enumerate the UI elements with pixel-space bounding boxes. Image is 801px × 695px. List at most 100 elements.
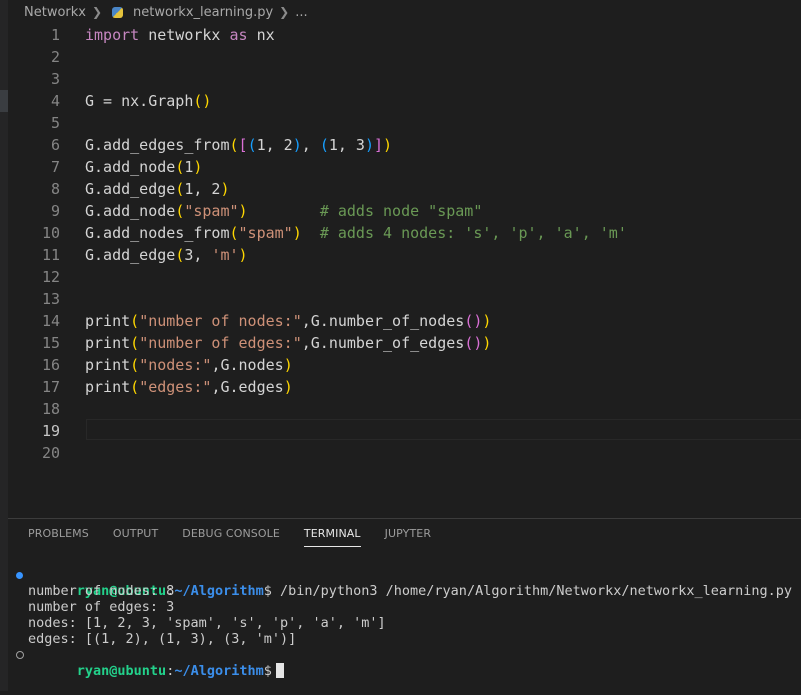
code-token: ) xyxy=(364,136,374,154)
tab-output[interactable]: OUTPUT xyxy=(113,527,158,547)
code-token: ( xyxy=(175,202,185,220)
code-token: ) xyxy=(238,202,248,220)
breadcrumb-more[interactable]: ... xyxy=(295,5,307,20)
code-token: ( xyxy=(130,312,140,330)
code-token: G.add_edges_from xyxy=(85,136,230,154)
code-line[interactable]: 16 print("nodes:",G.nodes) xyxy=(8,354,801,376)
code-token: 'm' xyxy=(211,246,239,264)
code-token: ( xyxy=(175,246,185,264)
code-token: ) xyxy=(383,136,393,154)
code-token: G.add_node xyxy=(85,158,176,176)
code-token: "edges:" xyxy=(139,378,212,396)
code-line[interactable]: 11 G.add_edge(3, 'm') xyxy=(8,244,801,266)
code-line[interactable]: 13 xyxy=(8,288,801,310)
line-number: 7 xyxy=(50,158,60,176)
code-line[interactable]: 3 xyxy=(8,68,801,90)
code-text: print("edges:",G.edges) xyxy=(85,376,293,398)
code-token: "spam" xyxy=(238,224,293,242)
terminal-output-line: number of nodes: 8 xyxy=(28,583,175,599)
code-token: ( xyxy=(175,158,185,176)
code-token: "spam" xyxy=(184,202,239,220)
tab-terminal[interactable]: TERMINAL xyxy=(303,527,361,547)
code-token: 3, xyxy=(184,246,212,264)
code-token: ( xyxy=(130,356,140,374)
strip-marker xyxy=(0,90,8,112)
code-line[interactable]: 9 G.add_node("spam") # adds node "spam" xyxy=(8,200,801,222)
terminal-output-line: nodes: [1, 2, 3, 'spam', 's', 'p', 'a', … xyxy=(28,615,386,631)
code-token: ( xyxy=(229,224,239,242)
command-success-icon[interactable] xyxy=(16,572,23,579)
code-line[interactable]: 12 xyxy=(8,266,801,288)
code-line[interactable]: 19 xyxy=(8,420,801,442)
code-token: , xyxy=(301,136,320,154)
prompt-char: $ xyxy=(263,663,272,679)
terminal-output-line: edges: [(1, 2), (1, 3), (3, 'm')] xyxy=(28,631,297,647)
code-text: G.add_edge(1, 2) xyxy=(85,178,230,200)
code-line[interactable]: 20 xyxy=(8,442,801,464)
code-line[interactable]: 15 print("number of edges:",G.number_of_e… xyxy=(8,332,801,354)
code-token: () xyxy=(464,312,483,330)
code-token: ,G.edges xyxy=(211,378,284,396)
breadcrumb: Networkx ❯ networkx_learning.py ❯ ... xyxy=(8,0,801,24)
line-number: 1 xyxy=(50,26,60,44)
code-text: import networkx as nx xyxy=(85,24,275,46)
code-line[interactable]: 7 G.add_node(1) xyxy=(8,156,801,178)
prompt-user: ryan@ubuntu xyxy=(76,663,167,679)
code-token: # adds node "spam" xyxy=(319,202,483,220)
code-line[interactable]: 4 G = nx.Graph() xyxy=(8,90,801,112)
code-token: ) xyxy=(283,378,293,396)
code-token: ,G.nodes xyxy=(211,356,284,374)
line-number: 16 xyxy=(41,356,60,374)
activity-strip xyxy=(0,0,8,691)
terminal[interactable]: ryan@ubuntu:~/Algorithm$ /bin/python3 /h… xyxy=(16,567,801,679)
breadcrumb-folder[interactable]: Networkx xyxy=(24,5,86,20)
code-token: "nodes:" xyxy=(139,356,212,374)
tab-jupyter[interactable]: JUPYTER xyxy=(385,527,431,547)
command-pending-icon xyxy=(16,651,24,659)
code-token: ] xyxy=(374,136,384,154)
chevron-right-icon: ❯ xyxy=(91,5,103,19)
code-token: print xyxy=(85,312,131,330)
code-token: ( xyxy=(130,378,140,396)
code-line[interactable]: 10 G.add_nodes_from("spam") # adds 4 node… xyxy=(8,222,801,244)
line-number: 12 xyxy=(41,268,60,286)
code-token: "number of edges:" xyxy=(139,334,302,352)
code-line[interactable]: 18 xyxy=(8,398,801,420)
code-token: print xyxy=(85,378,131,396)
code-token: G.add_edge xyxy=(85,246,176,264)
code-line[interactable]: 6 G.add_edges_from([(1, 2), (1, 3)]) xyxy=(8,134,801,156)
code-line[interactable]: 2 xyxy=(8,46,801,68)
code-editor[interactable]: 1 import networkx as nx 2 3 4 G = nx.Graph() 5… xyxy=(8,24,801,516)
code-token: import xyxy=(85,26,140,44)
line-number: 19 xyxy=(41,422,60,440)
line-number: 17 xyxy=(41,378,60,396)
tab-debug-console[interactable]: DEBUG CONSOLE xyxy=(182,527,280,547)
line-number: 18 xyxy=(41,400,60,418)
code-line[interactable]: 14 print("number of nodes:",G.number_of_n… xyxy=(8,310,801,332)
code-token: ) xyxy=(193,158,203,176)
code-token: G.add_node xyxy=(85,202,176,220)
code-line[interactable]: 17 print("edges:",G.edges) xyxy=(8,376,801,398)
code-text: G = nx.Graph() xyxy=(85,90,211,112)
code-line[interactable]: 8 G.add_edge(1, 2) xyxy=(8,178,801,200)
code-token: nx xyxy=(247,26,275,44)
code-token: as xyxy=(229,26,248,44)
code-line[interactable]: 1 import networkx as nx xyxy=(8,24,801,46)
line-number: 11 xyxy=(41,246,60,264)
code-token: ) xyxy=(238,246,248,264)
terminal-cursor xyxy=(275,663,284,678)
code-token: G = nx. xyxy=(85,92,149,110)
code-token: ( xyxy=(319,136,329,154)
line-number: 9 xyxy=(50,202,60,220)
code-line[interactable]: 5 xyxy=(8,112,801,134)
code-token: 1, 2 xyxy=(256,136,293,154)
line-number: 8 xyxy=(50,180,60,198)
code-token: "number of nodes:" xyxy=(139,312,302,330)
code-token: () xyxy=(464,334,483,352)
code-token: () xyxy=(193,92,212,110)
breadcrumb-file[interactable]: networkx_learning.py xyxy=(133,5,273,20)
line-number: 2 xyxy=(50,48,60,66)
tab-problems[interactable]: PROBLEMS xyxy=(28,527,89,547)
code-text: G.add_node("spam") # adds node "spam" xyxy=(85,200,482,222)
